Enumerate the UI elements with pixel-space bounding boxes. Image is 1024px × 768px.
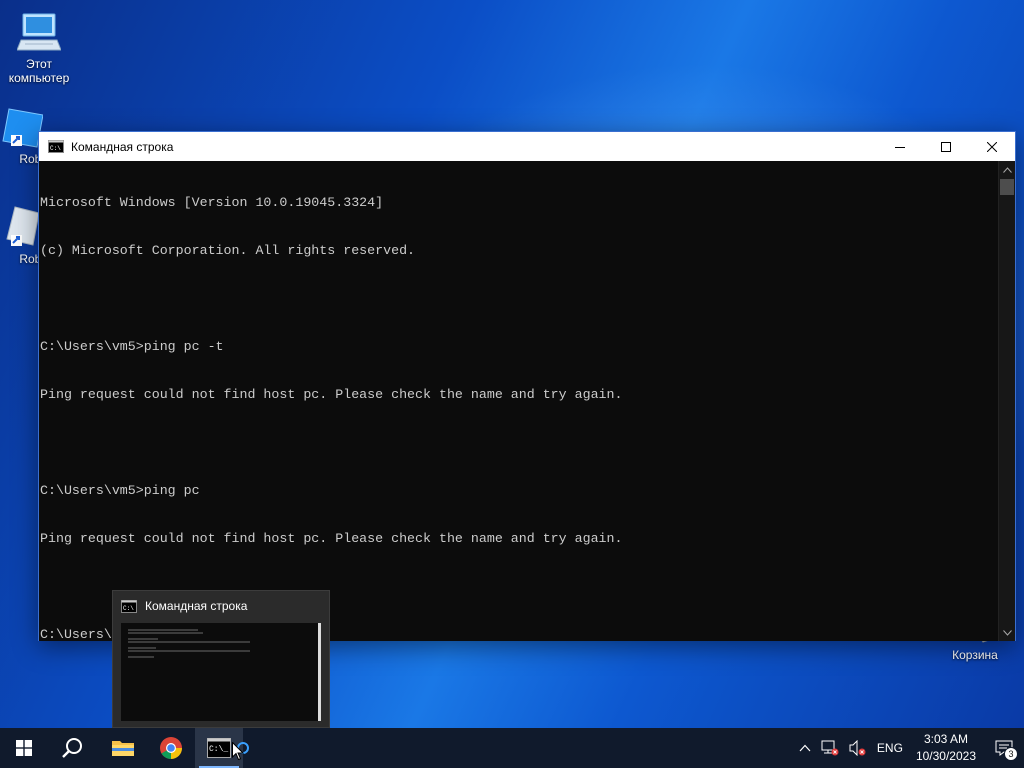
console-output[interactable]: Microsoft Windows [Version 10.0.19045.33…	[39, 161, 1000, 641]
desktop-icon-this-pc-label: Этот компьютер	[8, 57, 70, 85]
scroll-thumb[interactable]	[1000, 179, 1014, 195]
volume-status[interactable]	[844, 728, 872, 768]
close-icon	[987, 141, 997, 152]
folder-icon	[112, 741, 134, 756]
start-button[interactable]	[0, 728, 48, 768]
search-button[interactable]	[48, 728, 96, 768]
volume-muted-icon	[849, 740, 866, 756]
svg-text:C:\: C:\	[50, 145, 61, 152]
taskbar-file-explorer[interactable]	[99, 728, 147, 768]
computer-icon	[17, 13, 61, 51]
chrome-icon	[160, 737, 182, 759]
roblox-shortcut-icon	[6, 206, 40, 246]
action-center-button[interactable]: 3	[984, 728, 1024, 768]
command-prompt-window[interactable]: C:\ Командная строка Microsoft Windows […	[38, 131, 1016, 641]
cmd-icon: C:\_	[207, 738, 231, 758]
console-line: Microsoft Windows [Version 10.0.19045.33…	[40, 195, 384, 210]
mouse-cursor-icon	[232, 742, 244, 761]
clock-date: 10/30/2023	[915, 749, 976, 763]
chevron-up-icon	[1002, 166, 1012, 173]
console-line: (c) Microsoft Corporation. All rights re…	[40, 243, 416, 258]
preview-header: C:\ Командная строка	[113, 591, 329, 621]
preview-console-lines	[128, 629, 251, 658]
taskbar-chrome[interactable]	[147, 728, 195, 768]
windows-logo-icon	[16, 740, 32, 756]
maximize-button[interactable]	[923, 132, 969, 161]
roblox-shortcut-icon	[2, 108, 43, 148]
network-status[interactable]	[816, 728, 844, 768]
recycle-bin-label: Корзина	[952, 648, 998, 662]
system-tray: ENG 3:03 AM 10/30/2023 3	[794, 728, 1024, 768]
window-controls	[877, 132, 1015, 161]
console-line: C:\Users\vm5>ping pc -t	[40, 339, 224, 354]
search-icon	[62, 738, 82, 758]
notification-count-badge: 3	[1004, 747, 1018, 761]
show-hidden-icons-button[interactable]	[794, 728, 816, 768]
preview-title: Командная строка	[145, 599, 248, 613]
console-line: C:\Users\vm5>ping pc	[40, 483, 200, 498]
vertical-scrollbar[interactable]	[998, 161, 1015, 641]
chevron-down-icon	[1002, 629, 1012, 636]
taskbar: C:\_ ENG 3:03 AM 10/30/2023 3	[0, 728, 1024, 768]
cmd-icon: C:\	[121, 599, 137, 613]
preview-thumbnail-image[interactable]	[121, 623, 321, 721]
scroll-down-button[interactable]	[999, 624, 1015, 641]
window-titlebar[interactable]: C:\ Командная строка	[39, 132, 1015, 161]
desktop-icon-this-pc[interactable]: Этот компьютер	[2, 10, 76, 85]
cmd-icon: C:\	[48, 140, 64, 153]
minimize-button[interactable]	[877, 132, 923, 161]
scroll-up-button[interactable]	[999, 161, 1015, 178]
clock[interactable]: 3:03 AM 10/30/2023	[908, 728, 984, 768]
input-language[interactable]: ENG	[872, 728, 908, 768]
close-button[interactable]	[969, 132, 1015, 161]
window-title: Командная строка	[71, 139, 174, 154]
minimize-icon	[895, 146, 905, 148]
chevron-up-icon	[799, 744, 811, 752]
console-line: Ping request could not find host pc. Ple…	[40, 387, 623, 402]
svg-text:C:\: C:\	[123, 605, 134, 612]
clock-time: 3:03 AM	[923, 732, 968, 746]
taskbar-thumbnail-preview[interactable]: C:\ Командная строка	[112, 590, 330, 728]
language-label: ENG	[876, 741, 903, 755]
network-disconnected-icon	[821, 740, 839, 756]
svg-text:C:\_: C:\_	[209, 745, 228, 754]
maximize-icon	[941, 141, 951, 152]
console-line: Ping request could not find host pc. Ple…	[40, 531, 623, 546]
